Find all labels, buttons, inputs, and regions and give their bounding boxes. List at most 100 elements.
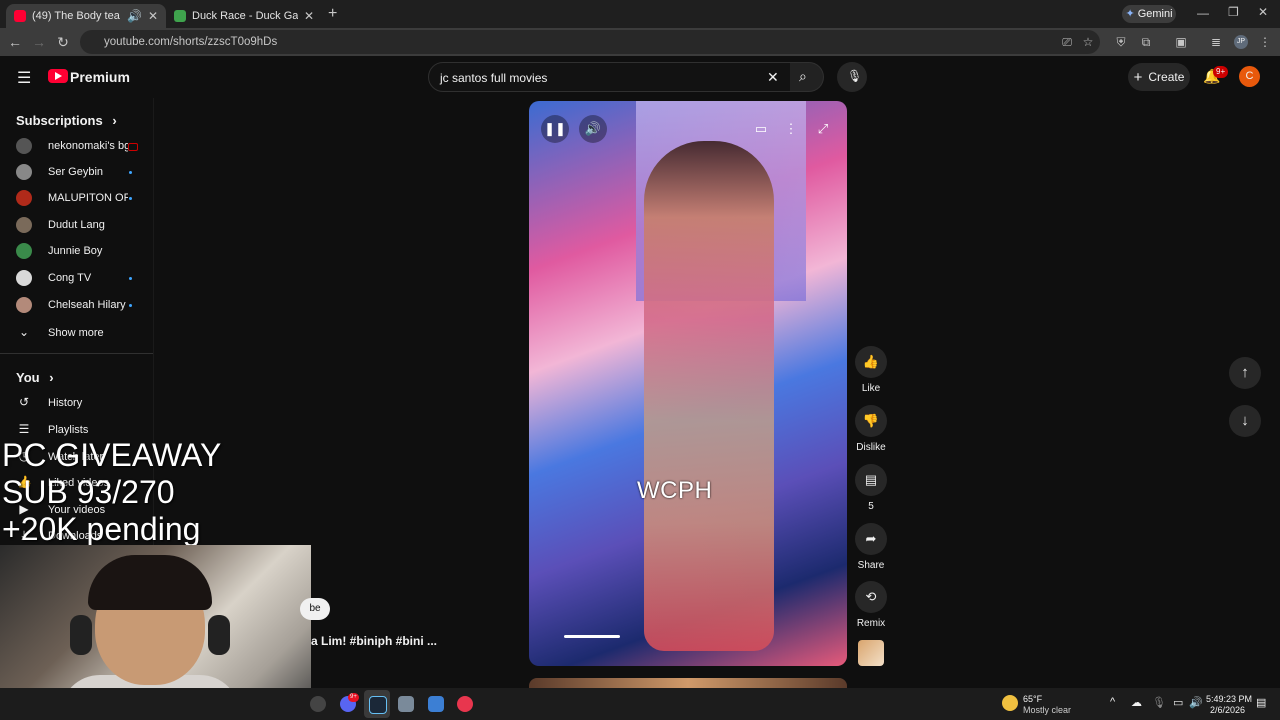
clock-time[interactable]: 5:49:23 PM bbox=[1206, 694, 1252, 704]
create-button[interactable]: + Create bbox=[1128, 63, 1190, 91]
youtube-logo-icon[interactable] bbox=[48, 69, 68, 83]
subscribe-button[interactable]: be bbox=[300, 598, 330, 620]
history-icon: ↺ bbox=[18, 395, 30, 409]
new-tab-button[interactable]: + bbox=[328, 5, 337, 23]
channel-avatar bbox=[16, 270, 32, 286]
sidebar-item-label: Playlists bbox=[48, 424, 89, 436]
sidebar-divider bbox=[0, 353, 153, 354]
captions-icon[interactable]: ▭ bbox=[747, 115, 775, 143]
previous-short-button[interactable]: ↑ bbox=[1229, 357, 1261, 389]
sidebar-item-subscription[interactable]: Junnie Boy bbox=[0, 239, 153, 265]
weather-description[interactable]: Mostly clear bbox=[1023, 705, 1071, 715]
bookmark-star-icon[interactable]: ☆ bbox=[1081, 35, 1095, 49]
like-button[interactable]: 👍 Like bbox=[855, 346, 887, 394]
close-window-icon[interactable]: ✕ bbox=[1258, 5, 1268, 19]
giveaway-overlay-text: PC GIVEAWAY bbox=[2, 437, 222, 473]
short-video-player[interactable]: ❚❚ 🔊 ▭ ⋮ ⤢ WCPH bbox=[529, 101, 847, 666]
volume-tray-icon[interactable]: 🔊 bbox=[1189, 696, 1203, 709]
chrome-taskbar-icon[interactable] bbox=[310, 696, 326, 712]
headphone-icon bbox=[70, 615, 92, 655]
hamburger-menu-icon[interactable]: ☰ bbox=[17, 68, 31, 88]
voice-search-button[interactable]: 🎙 bbox=[837, 62, 867, 92]
plus-icon: + bbox=[1133, 68, 1143, 86]
comments-button[interactable]: ▤ 5 bbox=[855, 464, 887, 512]
sidebar-item-subscription[interactable]: Dudut Lang bbox=[0, 213, 153, 239]
sidebar-item-history[interactable]: ↺ History bbox=[0, 390, 153, 416]
thumb-up-icon: 👍 bbox=[855, 346, 887, 378]
network-icon[interactable]: ▭ bbox=[1173, 696, 1183, 709]
channel-name: Dudut Lang bbox=[48, 219, 105, 231]
fullscreen-icon[interactable]: ⤢ bbox=[809, 115, 837, 143]
pending-overlay-text: +20K pending bbox=[2, 511, 201, 547]
reload-icon[interactable]: ↻ bbox=[55, 34, 71, 50]
sidebar-item-subscription[interactable]: Cong TV bbox=[0, 266, 153, 292]
sidebar-item-subscription[interactable]: Chelseah Hilary bbox=[0, 293, 153, 319]
tab-duck-race[interactable]: Duck Race - Duck Games ✕ bbox=[166, 4, 322, 28]
sidebar-item-subscription[interactable]: Ser Geybin bbox=[0, 160, 153, 186]
settings-taskbar-icon[interactable] bbox=[398, 696, 414, 712]
more-options-icon[interactable]: ⋮ bbox=[777, 115, 805, 143]
you-title: You bbox=[16, 370, 40, 385]
shield-extension-icon[interactable]: ⛨ bbox=[1114, 35, 1128, 49]
minimize-icon[interactable]: — bbox=[1197, 6, 1209, 20]
next-short-button[interactable]: ↓ bbox=[1229, 405, 1261, 437]
new-content-dot bbox=[129, 197, 132, 200]
you-heading[interactable]: You › bbox=[16, 370, 54, 385]
tray-overflow-icon[interactable]: ^ bbox=[1110, 696, 1115, 708]
next-short-preview[interactable] bbox=[529, 678, 847, 688]
notification-center-icon[interactable]: ▤ bbox=[1256, 696, 1266, 709]
create-label: Create bbox=[1148, 70, 1185, 84]
steam-taskbar-icon[interactable] bbox=[369, 696, 387, 714]
webcam-person-hair bbox=[88, 555, 212, 610]
install-app-icon[interactable]: ⎚ bbox=[1060, 35, 1074, 49]
dislike-button[interactable]: 👎 Dislike bbox=[855, 405, 887, 453]
profile-avatar[interactable]: JP bbox=[1234, 35, 1248, 49]
weather-moon-icon[interactable] bbox=[1002, 695, 1018, 711]
gemini-button[interactable]: ✦ Gemini bbox=[1122, 5, 1176, 23]
windows-taskbar: 9+ 65°F Mostly clear ^ ☁ 🎙 ▭ 🔊 5:49:23 P… bbox=[0, 688, 1280, 720]
video-progress-bar[interactable] bbox=[564, 635, 620, 638]
volume-icon[interactable]: 🔊 bbox=[579, 115, 607, 143]
performer-figure bbox=[644, 141, 774, 651]
clear-search-icon[interactable]: ✕ bbox=[767, 69, 779, 86]
premium-logo-text[interactable]: Premium bbox=[70, 69, 130, 85]
tray-app-icon[interactable]: ☁ bbox=[1131, 696, 1142, 709]
pause-icon[interactable]: ❚❚ bbox=[541, 115, 569, 143]
account-avatar[interactable]: C bbox=[1239, 66, 1260, 87]
share-label: Share bbox=[857, 560, 885, 571]
remix-button[interactable]: ⟲ Remix bbox=[855, 581, 887, 629]
show-more-button[interactable]: ⌄ Show more bbox=[0, 320, 153, 346]
channel-name: MALUPITON OFF... bbox=[48, 192, 128, 204]
tab-youtube-short[interactable]: (49) The Body tea of Mikha 🔊 ✕ bbox=[6, 4, 166, 28]
sidepanel-icon[interactable]: ▣ bbox=[1174, 35, 1188, 49]
forward-icon[interactable]: → bbox=[31, 34, 47, 50]
short-title[interactable]: a Lim! #biniph #bini ... bbox=[311, 634, 437, 648]
comment-count: 5 bbox=[868, 501, 874, 512]
close-tab-icon[interactable]: ✕ bbox=[304, 9, 314, 23]
back-icon[interactable]: ← bbox=[7, 34, 23, 50]
search-input[interactable]: jc santos full movies ✕ bbox=[428, 62, 792, 92]
notepad-taskbar-icon[interactable] bbox=[428, 696, 444, 712]
close-tab-icon[interactable]: ✕ bbox=[148, 9, 158, 23]
sidebar-item-subscription[interactable]: MALUPITON OFF... bbox=[0, 186, 153, 212]
browser-menu-icon[interactable]: ⋮ bbox=[1258, 35, 1272, 49]
media-player-taskbar-icon[interactable] bbox=[457, 696, 473, 712]
search-button[interactable]: ⌕ bbox=[790, 62, 824, 92]
clock-date[interactable]: 2/6/2026 bbox=[1210, 705, 1245, 715]
maximize-icon[interactable]: ❐ bbox=[1228, 5, 1239, 19]
address-bar[interactable]: youtube.com/shorts/zzscT0o9hDs bbox=[80, 30, 1100, 54]
extensions-puzzle-icon[interactable]: ⧉ bbox=[1139, 35, 1153, 49]
tab-title: (49) The Body tea of Mikha bbox=[32, 10, 121, 22]
microphone-tray-icon[interactable]: 🎙 bbox=[1152, 696, 1166, 709]
weather-temperature[interactable]: 65°F bbox=[1023, 694, 1042, 704]
media-controls-icon[interactable]: ≣ bbox=[1209, 35, 1223, 49]
speaker-icon[interactable]: 🔊 bbox=[127, 9, 142, 23]
channel-name: Ser Geybin bbox=[48, 166, 104, 178]
gemini-label: Gemini bbox=[1137, 8, 1173, 20]
remix-label: Remix bbox=[856, 618, 886, 629]
sidebar-item-subscription[interactable]: nekonomaki's bg... bbox=[0, 134, 153, 160]
sidebar-item-label: History bbox=[48, 397, 83, 409]
sound-thumbnail[interactable] bbox=[858, 640, 884, 666]
share-button[interactable]: ➦ Share bbox=[855, 523, 887, 571]
subscriptions-heading[interactable]: Subscriptions › bbox=[16, 113, 117, 128]
